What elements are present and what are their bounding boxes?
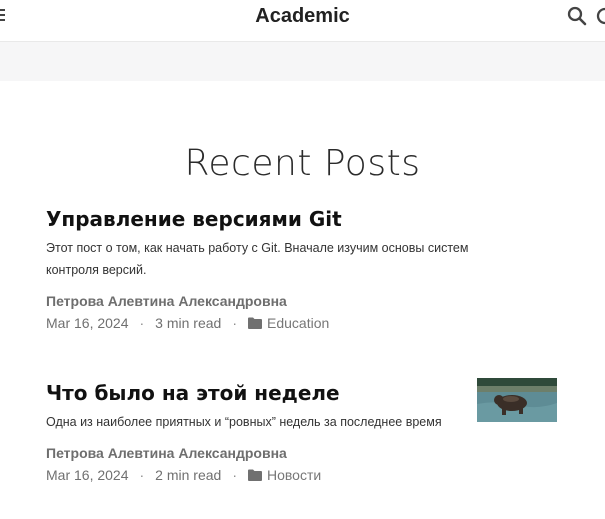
navbar: Academic	[0, 0, 605, 42]
post-summary: Одна из наиболее приятных и “ровных” нед…	[46, 415, 442, 429]
header-strip	[0, 42, 605, 81]
post-summary: Этот пост о том, как начать работу с Git…	[46, 241, 469, 277]
read-time: 2 min read	[155, 467, 222, 483]
section-title: Recent Posts	[184, 143, 421, 184]
post-meta: Mar 16, 2024 · 2 min read · Новости	[46, 467, 566, 483]
meta-separator: ·	[139, 315, 145, 331]
category-link[interactable]: Новости	[267, 467, 321, 483]
post-author[interactable]: Петрова Алевтина Александровна	[46, 293, 566, 309]
post-item: Управление версиями Git Этот пост о том,…	[46, 207, 566, 331]
post-date: Mar 16, 2024	[46, 315, 129, 331]
search-icon[interactable]	[567, 6, 587, 26]
theme-icon[interactable]	[596, 6, 605, 26]
read-time: 3 min read	[155, 315, 222, 331]
post-meta: Mar 16, 2024 · 3 min read · Education	[46, 315, 566, 331]
folder-icon	[248, 469, 262, 481]
post-title-link[interactable]: Управление версиями Git	[46, 207, 566, 231]
post-date: Mar 16, 2024	[46, 467, 129, 483]
meta-separator: ·	[139, 467, 145, 483]
meta-separator: ·	[232, 315, 237, 331]
post-thumbnail[interactable]	[477, 378, 557, 422]
brand-title[interactable]: Academic	[0, 5, 605, 28]
folder-icon	[248, 317, 262, 329]
meta-separator: ·	[232, 467, 237, 483]
post-author[interactable]: Петрова Алевтина Александровна	[46, 445, 566, 461]
category-link[interactable]: Education	[267, 315, 329, 331]
